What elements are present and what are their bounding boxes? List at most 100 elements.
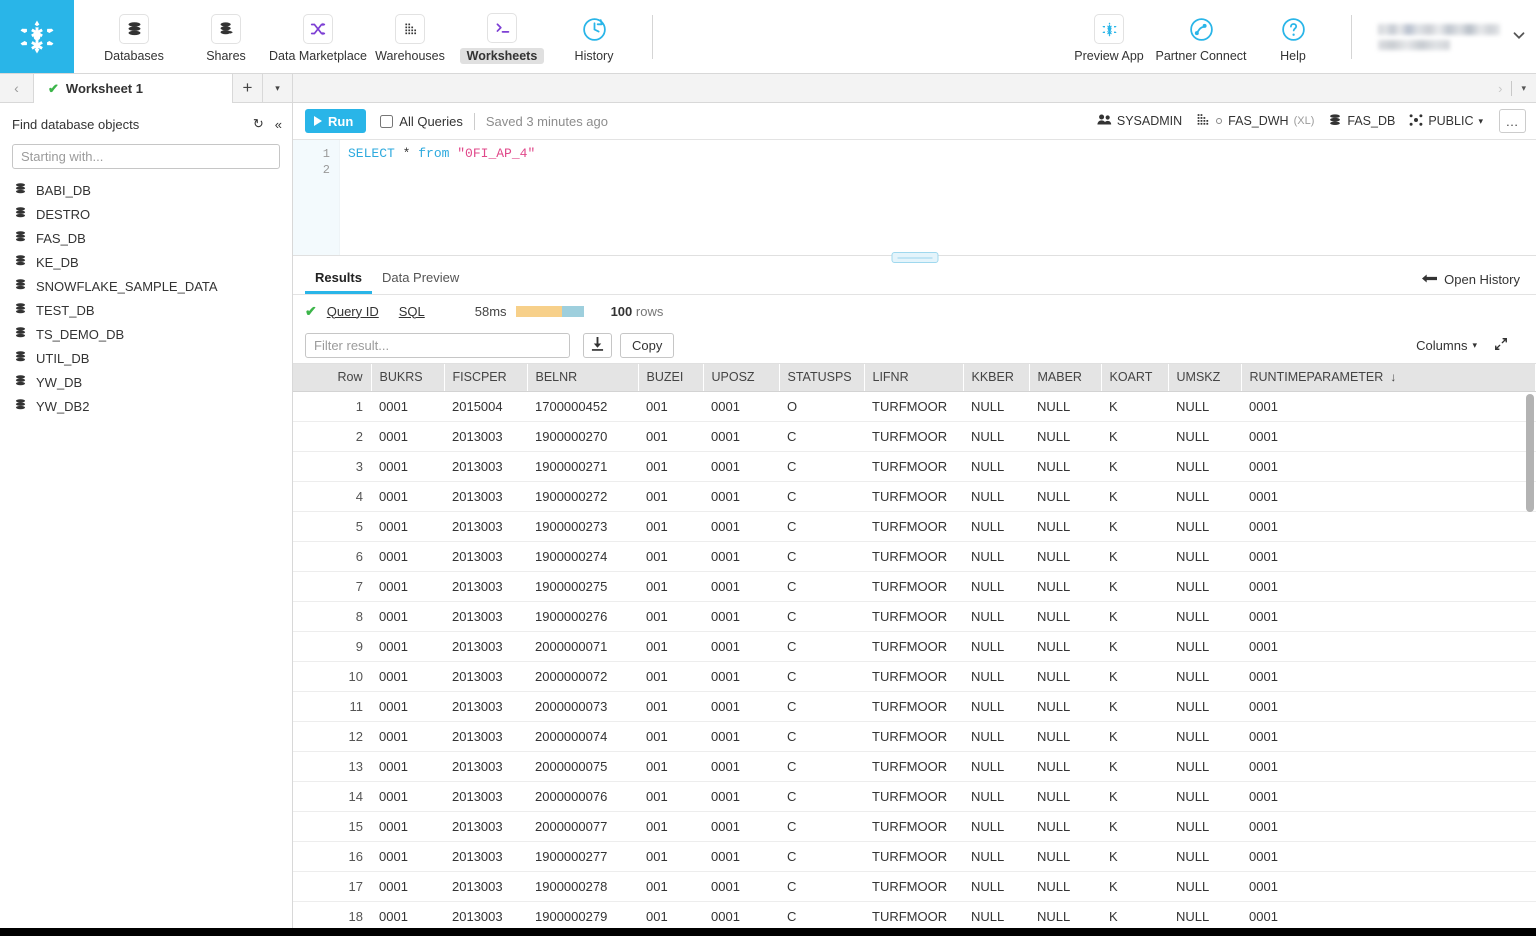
database-list-item[interactable]: DESTRO xyxy=(0,202,292,226)
nav-item-data-marketplace[interactable]: Data Marketplace xyxy=(269,10,367,63)
tab-results[interactable]: Results xyxy=(305,264,372,294)
table-row[interactable]: 11 0001 2013003 2000000073 001 0001 C TURFMOOR N… xyxy=(293,691,1536,722)
copy-results-button[interactable]: Copy xyxy=(620,332,675,358)
schema-caret-icon[interactable]: ▾ xyxy=(1478,116,1483,127)
snowflake-logo[interactable] xyxy=(0,0,74,73)
columns-dropdown-button[interactable]: Columns ▾ xyxy=(1416,338,1477,353)
table-row[interactable]: 2 0001 2013003 1900000270 001 0001 C TURFMOOR NU… xyxy=(293,421,1536,452)
open-history-link[interactable]: Open History xyxy=(1422,264,1536,294)
schema-selector[interactable]: PUBLIC ▾ xyxy=(1409,113,1483,130)
table-row[interactable]: 8 0001 2013003 1900000276 001 0001 C TURFMOOR NU… xyxy=(293,601,1536,632)
warehouse-selector[interactable]: FAS_DWH (XL) xyxy=(1196,113,1314,130)
chevron-down-icon[interactable] xyxy=(1510,26,1528,47)
nav-item-partner-connect[interactable]: Partner Connect xyxy=(1155,10,1247,63)
results-table-container[interactable]: Row BUKRS FISCPER BELNR BUZEI UPOSZ STATUSPS LI… xyxy=(293,363,1536,928)
column-header-runtimeparameter[interactable]: RUNTIMEPARAMETER ↓ xyxy=(1241,364,1536,392)
database-list-item[interactable]: KE_DB xyxy=(0,250,292,274)
warehouses-icon xyxy=(395,14,425,44)
table-row[interactable]: 1 0001 2015004 1700000452 001 0001 O TURFMOOR NU… xyxy=(293,391,1536,422)
user-menu[interactable] xyxy=(1364,23,1528,50)
arrow-left-icon xyxy=(1422,272,1438,287)
table-row[interactable]: 12 0001 2013003 2000000074 001 0001 C TURFMOOR N… xyxy=(293,721,1536,752)
column-header-fiscper[interactable]: FISCPER xyxy=(444,364,528,392)
results-vertical-scrollbar[interactable] xyxy=(1526,394,1534,512)
cell-lifnr: TURFMOOR xyxy=(864,691,963,722)
nav-item-help[interactable]: Help xyxy=(1247,10,1339,63)
role-selector[interactable]: SYSADMIN xyxy=(1097,113,1182,129)
cell-buzei: 001 xyxy=(638,781,703,812)
table-row[interactable]: 9 0001 2013003 2000000071 001 0001 C TURFMOOR NU… xyxy=(293,631,1536,662)
database-list-item[interactable]: SNOWFLAKE_SAMPLE_DATA xyxy=(0,274,292,298)
database-list-item[interactable]: TEST_DB xyxy=(0,298,292,322)
database-list-item[interactable]: UTIL_DB xyxy=(0,346,292,370)
column-header-koart[interactable]: KOART xyxy=(1101,364,1169,392)
database-list-item[interactable]: BABI_DB xyxy=(0,178,292,202)
column-header-belnr[interactable]: BELNR xyxy=(527,364,639,392)
table-row[interactable]: 5 0001 2013003 1900000273 001 0001 C TURFMOOR NU… xyxy=(293,511,1536,542)
cell-bukrs: 0001 xyxy=(371,421,444,452)
database-list-item[interactable]: YW_DB xyxy=(0,370,292,394)
refresh-icon[interactable]: ↻ xyxy=(253,116,264,132)
tab-worksheet-1[interactable]: ✔ Worksheet 1 xyxy=(33,74,233,103)
table-row[interactable]: 18 0001 2013003 1900000279 001 0001 C TURFMOOR N… xyxy=(293,901,1536,928)
collapse-sidebar-icon[interactable]: « xyxy=(275,117,282,132)
expand-icon[interactable] xyxy=(1494,337,1508,354)
add-worksheet-button[interactable]: + xyxy=(233,74,263,102)
nav-item-preview-app[interactable]: Preview App xyxy=(1063,10,1155,63)
sql-editor[interactable]: 12 SELECT * from "0FI_AP_4" xyxy=(293,140,1536,255)
tab-scroll-right-icon[interactable]: › xyxy=(1498,81,1502,96)
database-list-item[interactable]: TS_DEMO_DB xyxy=(0,322,292,346)
column-header-lifnr[interactable]: LIFNR xyxy=(864,364,964,392)
column-header-kkber[interactable]: KKBER xyxy=(963,364,1030,392)
nav-item-worksheets[interactable]: Worksheets xyxy=(456,9,548,64)
tab-data-preview[interactable]: Data Preview xyxy=(372,264,469,294)
all-queries-toggle[interactable]: All Queries xyxy=(380,114,463,129)
column-header-row[interactable]: Row xyxy=(293,364,372,392)
cell-fiscper: 2013003 xyxy=(444,541,527,572)
database-list-item[interactable]: YW_DB2 xyxy=(0,394,292,418)
sql-link[interactable]: SQL xyxy=(399,304,425,319)
worksheet-more-options-button[interactable]: … xyxy=(1499,109,1526,133)
database-search-input[interactable] xyxy=(12,144,280,169)
database-selector[interactable]: FAS_DB xyxy=(1328,113,1395,130)
editor-results-splitter[interactable] xyxy=(293,252,1536,264)
cell-uposz: 0001 xyxy=(703,511,779,542)
table-row[interactable]: 14 0001 2013003 2000000076 001 0001 C TURFMOOR N… xyxy=(293,781,1536,812)
cell-buzei: 001 xyxy=(638,451,703,482)
table-row[interactable]: 10 0001 2013003 2000000072 001 0001 C TURFMOOR N… xyxy=(293,661,1536,692)
column-header-bukrs[interactable]: BUKRS xyxy=(371,364,445,392)
column-header-uposz[interactable]: UPOSZ xyxy=(703,364,780,392)
query-id-link[interactable]: Query ID xyxy=(327,304,379,319)
saved-status-text: Saved 3 minutes ago xyxy=(485,113,608,129)
download-results-button[interactable] xyxy=(583,332,612,358)
worksheet-menu-caret-icon[interactable]: ▾ xyxy=(263,74,293,102)
sql-keyword-from: from xyxy=(418,146,450,161)
splitter-handle[interactable] xyxy=(891,252,938,263)
database-list-item[interactable]: FAS_DB xyxy=(0,226,292,250)
column-header-buzei[interactable]: BUZEI xyxy=(638,364,704,392)
database-item-label: SNOWFLAKE_SAMPLE_DATA xyxy=(36,278,218,294)
nav-item-databases[interactable]: Databases xyxy=(88,10,180,63)
tab-list-dropdown-icon[interactable]: ▾ xyxy=(1521,83,1526,94)
table-row[interactable]: 13 0001 2013003 2000000075 001 0001 C TURFMOOR N… xyxy=(293,751,1536,782)
table-row[interactable]: 7 0001 2013003 1900000275 001 0001 C TURFMOOR NU… xyxy=(293,571,1536,602)
all-queries-checkbox[interactable] xyxy=(380,114,394,128)
sql-code-area[interactable]: SELECT * from "0FI_AP_4" xyxy=(340,140,1536,255)
tab-scroll-left-icon[interactable]: ‹ xyxy=(0,74,33,102)
table-row[interactable]: 15 0001 2013003 2000000077 001 0001 C TURFMOOR N… xyxy=(293,811,1536,842)
nav-item-shares[interactable]: Shares xyxy=(180,10,272,63)
table-row[interactable]: 3 0001 2013003 1900000271 001 0001 C TURFMOOR NU… xyxy=(293,451,1536,482)
nav-item-warehouses[interactable]: Warehouses xyxy=(364,10,456,63)
column-header-maber[interactable]: MABER xyxy=(1029,364,1102,392)
table-row[interactable]: 4 0001 2013003 1900000272 001 0001 C TURFMOOR NU… xyxy=(293,481,1536,512)
nav-item-history[interactable]: History xyxy=(548,10,640,63)
cell-row: 15 xyxy=(293,811,371,842)
table-row[interactable]: 16 0001 2013003 1900000277 001 0001 C TURFMOOR N… xyxy=(293,841,1536,872)
column-header-statusps[interactable]: STATUSPS xyxy=(779,364,865,392)
cell-fiscper: 2013003 xyxy=(444,871,527,902)
filter-result-input[interactable] xyxy=(305,332,570,358)
table-row[interactable]: 6 0001 2013003 1900000274 001 0001 C TURFMOOR NU… xyxy=(293,541,1536,572)
column-header-umskz[interactable]: UMSKZ xyxy=(1168,364,1242,392)
table-row[interactable]: 17 0001 2013003 1900000278 001 0001 C TURFMOOR N… xyxy=(293,871,1536,902)
run-button[interactable]: Run xyxy=(305,109,367,133)
